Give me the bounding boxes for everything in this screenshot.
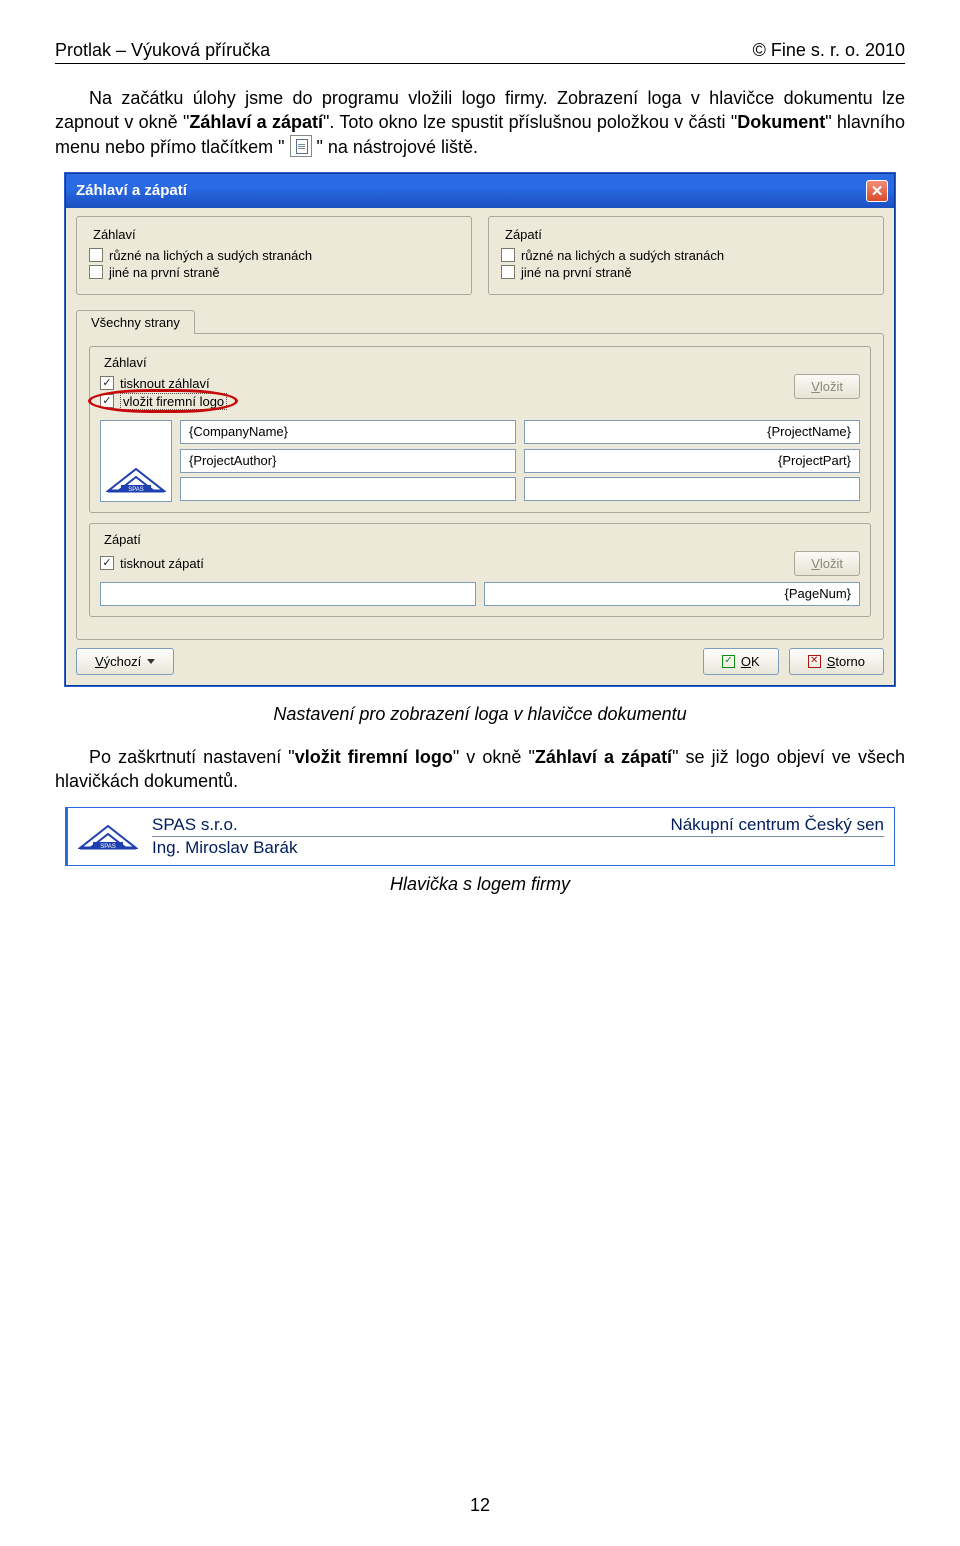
field-pagenum[interactable]: {PageNum} [484,582,860,606]
btn-vlozit-zahlavi[interactable]: Vložit [794,374,860,399]
tab-panel: Záhlaví ✓tisknout záhlaví ✓ vložit firem… [76,333,884,640]
chk-ruzne-zapati[interactable]: různé na lichých a sudých stranách [501,248,871,263]
inner-zahlavi: Záhlaví ✓tisknout záhlaví ✓ vložit firem… [89,346,871,513]
company-logo-icon: SPAS [106,465,166,495]
header-sample-box: SPAS SPAS s.r.o. Nákupní centrum Český s… [65,807,895,866]
inner-zapati: Zápatí ✓tisknout zápatí Vložit {PageNum} [89,523,871,617]
fieldset-zapati-top: Zápatí různé na lichých a sudých stranác… [488,216,884,295]
caption-1: Nastavení pro zobrazení loga v hlavičce … [55,704,905,725]
field-project[interactable]: {ProjectName} [524,420,860,444]
page-number: 12 [55,1495,905,1516]
close-icon: ✕ [808,655,821,668]
field-zapati-1[interactable] [100,582,476,606]
field-empty-1[interactable] [180,477,516,501]
legend-zapati: Zápatí [501,227,546,242]
chk-jine-zahlavi[interactable]: jiné na první straně [89,265,459,280]
sample-company: SPAS s.r.o. [152,815,238,835]
dialog-header-footer: Záhlaví a zápatí ✕ Záhlaví různé na lich… [65,173,895,686]
paragraph-2: Po zaškrtnutí nastavení "vložit firemní … [55,745,905,794]
chk-ruzne-zahlavi[interactable]: různé na lichých a sudých stranách [89,248,459,263]
btn-ok[interactable]: ✓ OK [703,648,779,675]
tab-all-pages[interactable]: Všechny strany [76,310,195,334]
header-right: © Fine s. r. o. 2010 [753,40,905,61]
btn-vychozi[interactable]: Výchozí [76,648,174,675]
caption-2: Hlavička s logem firmy [55,874,905,895]
header-footer-icon [290,135,312,157]
legend-zahlavi: Záhlaví [89,227,140,242]
chk-vlozit-logo[interactable]: ✓ vložit firemní logo [100,393,227,410]
close-icon[interactable]: ✕ [866,180,888,202]
chk-tisknout-zahlavi[interactable]: ✓tisknout záhlaví [100,376,227,391]
field-company[interactable]: {CompanyName} [180,420,516,444]
chevron-down-icon [147,659,155,664]
svg-text:SPAS: SPAS [100,844,116,850]
check-icon: ✓ [722,655,735,668]
btn-storno[interactable]: ✕ Storno [789,648,884,675]
dialog-titlebar: Záhlaví a zápatí ✕ [66,174,894,208]
sample-author: Ing. Miroslav Barák [152,838,298,858]
company-logo-icon: SPAS [78,822,138,852]
chk-jine-zapati[interactable]: jiné na první straně [501,265,871,280]
chk-tisknout-zapati[interactable]: ✓tisknout zápatí [100,556,204,571]
svg-text:SPAS: SPAS [128,487,144,493]
field-author[interactable]: {ProjectAuthor} [180,449,516,473]
logo-preview-cell: SPAS [100,420,172,502]
btn-vlozit-zapati[interactable]: Vložit [794,551,860,576]
doc-header: Protlak – Výuková příručka © Fine s. r. … [55,40,905,64]
fieldset-zahlavi-top: Záhlaví různé na lichých a sudých straná… [76,216,472,295]
sample-project: Nákupní centrum Český sen [670,815,884,835]
header-left: Protlak – Výuková příručka [55,40,270,61]
dialog-title: Záhlaví a zápatí [76,182,187,199]
field-empty-2[interactable] [524,477,860,501]
field-part[interactable]: {ProjectPart} [524,449,860,473]
paragraph-1: Na začátku úlohy jsme do programu vložil… [55,86,905,159]
